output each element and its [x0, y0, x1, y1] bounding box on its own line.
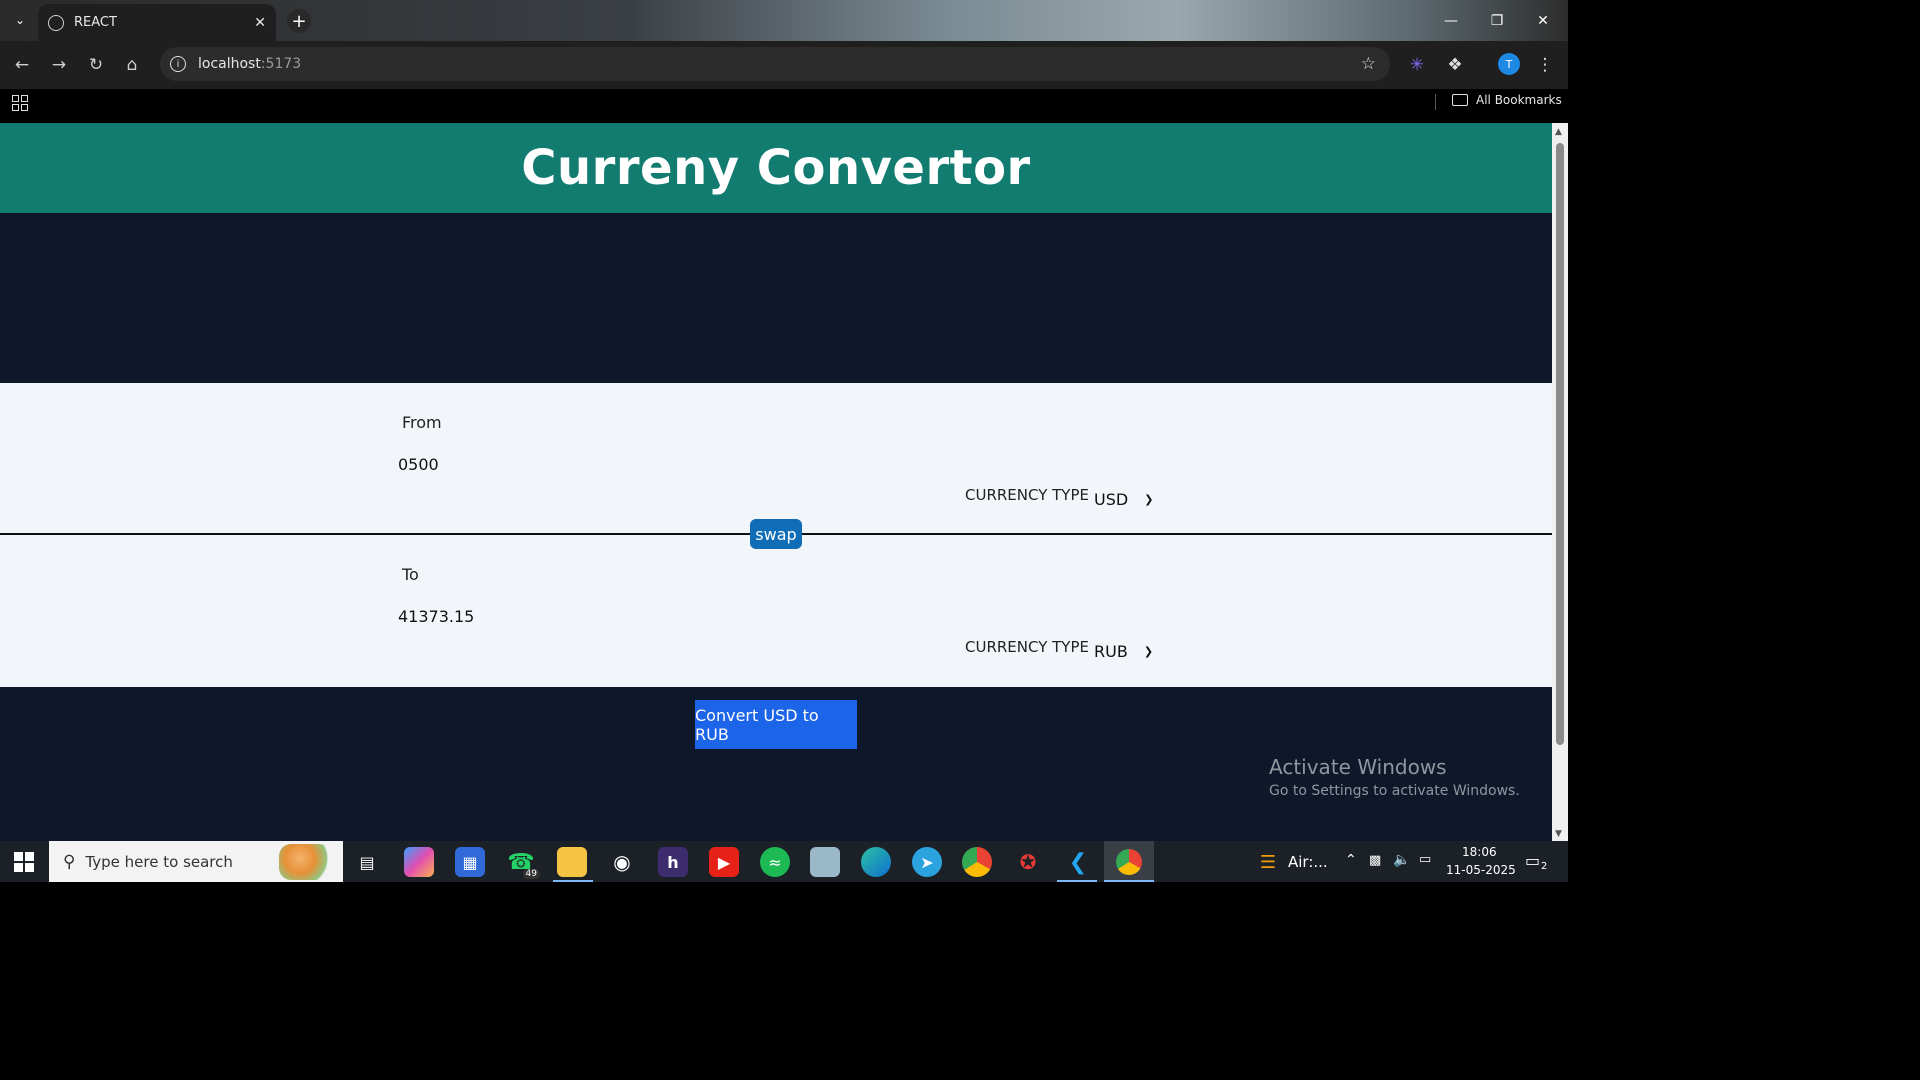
page-title: Curreny Convertor [521, 140, 1031, 196]
air-quality-label[interactable]: Air:... [1288, 853, 1328, 871]
github-icon[interactable]: ◉ [607, 847, 637, 877]
display-icon[interactable]: ▭ [1419, 852, 1431, 867]
notes-app-icon[interactable] [810, 847, 840, 877]
edge-icon[interactable] [861, 847, 891, 877]
close-tab-icon[interactable]: ✕ [254, 15, 266, 31]
site-info-icon[interactable]: i [170, 56, 186, 72]
air-quality-icon[interactable]: ☰ [1253, 847, 1283, 877]
vscode-active-indicator [1057, 880, 1097, 882]
file-explorer-icon[interactable] [557, 847, 587, 877]
all-bookmarks-label: All Bookmarks [1476, 93, 1562, 107]
from-currency-type-label: CURRENCY TYPE [965, 486, 1089, 504]
chrome-active-icon[interactable] [1104, 841, 1154, 882]
watermark-title: Activate Windows [1269, 755, 1447, 779]
task-view-icon[interactable]: ▤ [352, 847, 382, 877]
windows-taskbar: ⚲ Type here to search ▤ ▦ ☎ 49 ◉ h ▶ ≈ ➤ … [0, 841, 1568, 882]
to-amount-input[interactable]: 41373.15 [398, 607, 698, 626]
microsoft-store-icon[interactable]: ▦ [455, 847, 485, 877]
to-panel: To 41373.15 CURRENCY TYPE RUB ❯ [0, 535, 1552, 687]
spotify-icon[interactable]: ≈ [760, 847, 790, 877]
windows-start-icon[interactable] [14, 852, 34, 872]
chrome-icon[interactable] [962, 847, 992, 877]
show-hidden-icons-chevron-icon[interactable]: ⌃ [1345, 852, 1357, 868]
volume-icon[interactable]: 🔈 [1393, 852, 1410, 868]
from-currency-value: USD [1094, 490, 1129, 509]
scroll-down-icon[interactable]: ▼ [1555, 829, 1562, 839]
from-currency-select[interactable]: USD ❯ [1094, 490, 1153, 509]
apps-grid-icon[interactable] [12, 95, 28, 111]
restore-button[interactable]: ❐ [1474, 0, 1520, 41]
game-app-icon[interactable]: ✪ [1013, 847, 1043, 877]
chevron-down-icon: ❯ [1143, 645, 1154, 658]
from-amount-input[interactable]: 0500 [398, 455, 698, 474]
scrollbar-thumb[interactable] [1556, 143, 1564, 745]
taskbar-search-placeholder: Type here to search [85, 852, 233, 871]
app-header: Curreny Convertor [0, 123, 1552, 213]
close-window-button[interactable]: ✕ [1520, 0, 1566, 41]
profile-avatar[interactable]: T [1498, 53, 1520, 75]
watermark-subtitle: Go to Settings to activate Windows. [1269, 783, 1520, 799]
browser-tab[interactable]: REACT ✕ [38, 4, 276, 41]
notifications-icon[interactable]: ▭ [1525, 851, 1540, 870]
forward-icon[interactable]: → [47, 53, 71, 77]
to-currency-type-label: CURRENCY TYPE [965, 638, 1089, 656]
vscode-icon[interactable]: ❮ [1063, 847, 1093, 877]
search-icon: ⚲ [63, 851, 76, 872]
page-scrollbar[interactable]: ▲ ▼ [1552, 123, 1568, 841]
url-text: localhost:5173 [198, 56, 302, 72]
hashnode-icon[interactable]: h [658, 847, 688, 877]
chrome-active-indicator [1104, 880, 1154, 882]
to-currency-value: RUB [1094, 642, 1128, 661]
search-highlight-image [279, 844, 331, 880]
tab-title: REACT [74, 15, 117, 30]
browser-tab-bar: ⌄ REACT ✕ + — ❐ ✕ [0, 0, 1568, 41]
copilot-icon[interactable] [404, 847, 434, 877]
clock-date[interactable]: 11-05-2025 [1446, 863, 1516, 877]
minimize-button[interactable]: — [1428, 0, 1474, 41]
scroll-up-icon[interactable]: ▲ [1555, 127, 1562, 137]
globe-icon [48, 14, 64, 31]
file-explorer-active-indicator [553, 880, 593, 882]
menu-kebab-icon[interactable]: ⋮ [1533, 53, 1557, 77]
folder-icon [1452, 94, 1468, 106]
notification-count: 2 [1541, 861, 1548, 872]
to-label: To [402, 565, 419, 584]
new-tab-button[interactable]: + [287, 9, 311, 33]
to-currency-select[interactable]: RUB ❯ [1094, 642, 1153, 661]
clock-time[interactable]: 18:06 [1462, 845, 1497, 859]
activate-windows-watermark: Activate Windows Go to Settings to activ… [1269, 755, 1520, 799]
convert-button[interactable]: Convert USD to RUB [695, 700, 857, 749]
home-icon[interactable]: ⌂ [120, 53, 144, 77]
browser-toolbar: ← → ↻ ⌂ i localhost:5173 ☆ ✳ ❖ ⋮ [0, 41, 1568, 89]
extensions-puzzle-icon[interactable]: ❖ [1443, 53, 1467, 77]
whatsapp-icon[interactable]: ☎ 49 [506, 847, 540, 879]
screen: ⌄ REACT ✕ + — ❐ ✕ ← → ↻ ⌂ i localhost:51… [0, 0, 1568, 882]
taskbar-search-box[interactable]: ⚲ Type here to search [49, 841, 343, 882]
tab-search-chevron-icon[interactable]: ⌄ [8, 8, 32, 32]
whatsapp-badge: 49 [522, 869, 540, 879]
bookmarks-bar: All Bookmarks [0, 89, 1568, 123]
all-bookmarks-button[interactable]: All Bookmarks [1452, 93, 1562, 107]
swap-button[interactable]: swap [750, 519, 802, 549]
from-label: From [402, 413, 442, 432]
from-panel: From 0500 CURRENCY TYPE USD ❯ [0, 383, 1552, 535]
bookmark-star-icon[interactable]: ☆ [1361, 54, 1376, 74]
telegram-icon[interactable]: ➤ [912, 847, 942, 877]
battery-icon[interactable]: ▩ [1369, 853, 1381, 868]
chrome-logo-icon [1116, 848, 1142, 875]
address-bar[interactable]: i localhost:5173 ☆ [160, 47, 1390, 81]
bookmarks-divider [1435, 94, 1436, 110]
extension-sparkle-icon[interactable]: ✳ [1405, 53, 1429, 77]
page-content: Curreny Convertor From 0500 CURRENCY TYP… [0, 123, 1552, 841]
back-icon[interactable]: ← [10, 53, 34, 77]
reload-icon[interactable]: ↻ [84, 53, 108, 77]
chevron-down-icon: ❯ [1144, 493, 1154, 506]
youtube-icon[interactable]: ▶ [709, 847, 739, 877]
